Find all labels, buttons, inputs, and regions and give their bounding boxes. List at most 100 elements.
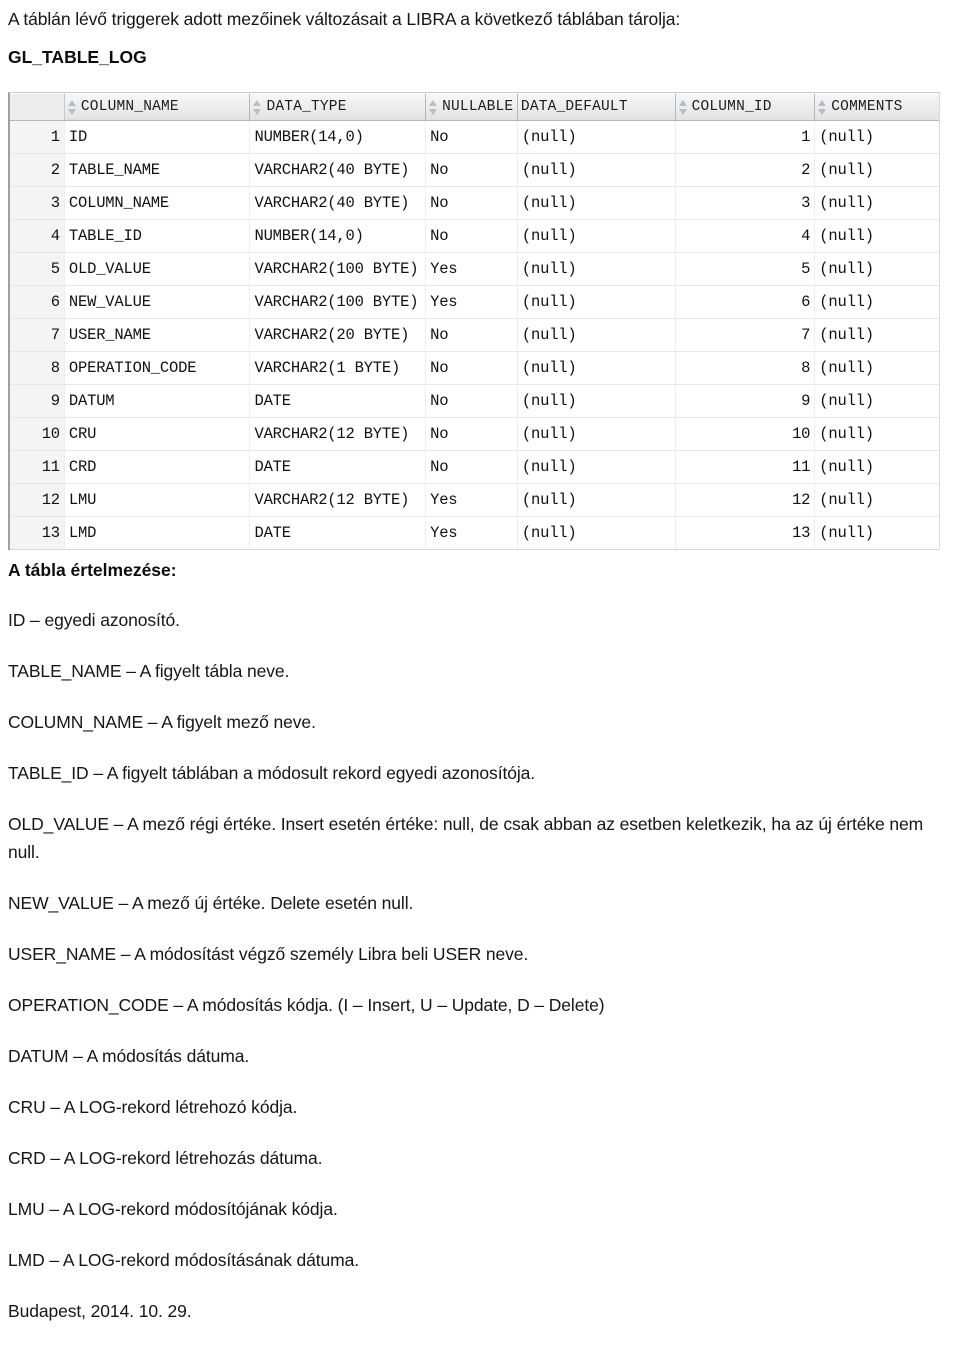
grid-cell-data-default[interactable]: (null) [518, 517, 676, 549]
grid-cell-comments[interactable]: (null) [815, 220, 939, 252]
grid-cell-column-id[interactable]: 13 [676, 517, 816, 549]
grid-cell-column-id[interactable]: 1 [676, 121, 816, 153]
grid-cell-column-id[interactable]: 9 [676, 385, 816, 417]
description-entry: OLD_VALUE – A mező régi értéke. Insert e… [8, 814, 924, 862]
table-row[interactable]: 13 LMD DATE Yes (null) 13 (null) [10, 517, 939, 550]
grid-cell-nullable[interactable]: Yes [426, 517, 518, 549]
grid-cell-data-type[interactable]: VARCHAR2(40 BYTE) [250, 154, 427, 186]
grid-cell-data-type[interactable]: DATE [250, 451, 427, 483]
grid-cell-column-name[interactable]: CRD [65, 451, 251, 483]
grid-header-data-type[interactable]: DATA_TYPE [250, 93, 427, 120]
grid-header-nullable[interactable]: NULLABLE [426, 93, 518, 120]
table-row[interactable]: 12 LMU VARCHAR2(12 BYTE) Yes (null) 12 (null) [10, 484, 939, 517]
grid-cell-column-name[interactable]: ID [65, 121, 251, 153]
grid-cell-comments[interactable]: (null) [815, 385, 939, 417]
table-row[interactable]: 2 TABLE_NAME VARCHAR2(40 BYTE) No (null) 2 (nu… [10, 154, 939, 187]
grid-cell-data-default[interactable]: (null) [518, 154, 676, 186]
grid-cell-data-type[interactable]: VARCHAR2(100 BYTE) [250, 253, 427, 285]
grid-cell-column-name[interactable]: TABLE_ID [65, 220, 251, 252]
grid-cell-column-name[interactable]: NEW_VALUE [65, 286, 251, 318]
table-row[interactable]: 7 USER_NAME VARCHAR2(20 BYTE) No (null) 7 (nul… [10, 319, 939, 352]
grid-cell-data-type[interactable]: NUMBER(14,0) [250, 220, 427, 252]
grid-cell-data-default[interactable]: (null) [518, 352, 676, 384]
grid-cell-nullable[interactable]: Yes [426, 253, 518, 285]
grid-cell-column-id[interactable]: 6 [676, 286, 816, 318]
grid-cell-comments[interactable]: (null) [815, 187, 939, 219]
grid-cell-column-name[interactable]: LMU [65, 484, 251, 516]
table-row[interactable]: 1 ID NUMBER(14,0) No (null) 1 (null) [10, 121, 939, 154]
table-row[interactable]: 4 TABLE_ID NUMBER(14,0) No (null) 4 (null) [10, 220, 939, 253]
grid-header-data-default[interactable]: DATA_DEFAULT [517, 93, 676, 120]
grid-cell-nullable[interactable]: Yes [426, 484, 518, 516]
grid-cell-column-name[interactable]: LMD [65, 517, 251, 549]
grid-cell-data-type[interactable]: VARCHAR2(100 BYTE) [250, 286, 427, 318]
grid-cell-column-name[interactable]: DATUM [65, 385, 251, 417]
grid-cell-data-type[interactable]: DATE [250, 517, 427, 549]
grid-cell-comments[interactable]: (null) [815, 451, 939, 483]
footer-date: Budapest, 2014. 10. 29. [8, 1301, 192, 1321]
grid-cell-comments[interactable]: (null) [815, 286, 939, 318]
grid-cell-column-id[interactable]: 12 [676, 484, 816, 516]
grid-cell-column-id[interactable]: 4 [676, 220, 816, 252]
grid-cell-data-default[interactable]: (null) [518, 484, 676, 516]
grid-cell-data-type[interactable]: VARCHAR2(1 BYTE) [250, 352, 427, 384]
grid-cell-comments[interactable]: (null) [815, 484, 939, 516]
grid-cell-comments[interactable]: (null) [815, 418, 939, 450]
grid-cell-nullable[interactable]: No [426, 187, 518, 219]
grid-cell-column-id[interactable]: 7 [676, 319, 816, 351]
table-row[interactable]: 10 CRU VARCHAR2(12 BYTE) No (null) 10 (null) [10, 418, 939, 451]
grid-cell-comments[interactable]: (null) [815, 517, 939, 549]
grid-cell-data-type[interactable]: VARCHAR2(12 BYTE) [250, 418, 427, 450]
grid-cell-data-default[interactable]: (null) [518, 418, 676, 450]
table-row[interactable]: 9 DATUM DATE No (null) 9 (null) [10, 385, 939, 418]
grid-cell-data-type[interactable]: NUMBER(14,0) [250, 121, 427, 153]
grid-cell-data-default[interactable]: (null) [518, 286, 676, 318]
grid-cell-comments[interactable]: (null) [815, 319, 939, 351]
grid-cell-data-type[interactable]: DATE [250, 385, 427, 417]
table-row[interactable]: 6 NEW_VALUE VARCHAR2(100 BYTE) Yes (null) 6 (n… [10, 286, 939, 319]
grid-cell-column-name[interactable]: COLUMN_NAME [65, 187, 251, 219]
grid-cell-data-type[interactable]: VARCHAR2(20 BYTE) [250, 319, 427, 351]
grid-cell-column-name[interactable]: CRU [65, 418, 251, 450]
table-row[interactable]: 11 CRD DATE No (null) 11 (null) [10, 451, 939, 484]
grid-cell-nullable[interactable]: No [426, 319, 518, 351]
grid-cell-data-default[interactable]: (null) [518, 253, 676, 285]
table-row[interactable]: 3 COLUMN_NAME VARCHAR2(40 BYTE) No (null) 3 (n… [10, 187, 939, 220]
grid-cell-comments[interactable]: (null) [815, 154, 939, 186]
grid-cell-nullable[interactable]: No [426, 121, 518, 153]
grid-header-column-name[interactable]: COLUMN_NAME [64, 93, 251, 120]
grid-cell-comments[interactable]: (null) [815, 253, 939, 285]
grid-cell-column-id[interactable]: 8 [676, 352, 816, 384]
grid-cell-column-name[interactable]: OLD_VALUE [65, 253, 251, 285]
grid-cell-nullable[interactable]: No [426, 220, 518, 252]
grid-cell-column-id[interactable]: 3 [676, 187, 816, 219]
grid-cell-nullable[interactable]: No [426, 451, 518, 483]
grid-cell-data-type[interactable]: VARCHAR2(40 BYTE) [250, 187, 427, 219]
grid-cell-data-default[interactable]: (null) [518, 220, 676, 252]
grid-cell-column-id[interactable]: 11 [676, 451, 816, 483]
grid-cell-nullable[interactable]: No [426, 418, 518, 450]
grid-cell-data-type[interactable]: VARCHAR2(12 BYTE) [250, 484, 427, 516]
grid-header-column-id[interactable]: COLUMN_ID [675, 93, 816, 120]
grid-header-comments[interactable]: COMMENTS [815, 93, 940, 120]
table-row[interactable]: 5 OLD_VALUE VARCHAR2(100 BYTE) Yes (null) 5 (n… [10, 253, 939, 286]
grid-cell-column-name[interactable]: TABLE_NAME [65, 154, 251, 186]
grid-cell-data-default[interactable]: (null) [518, 187, 676, 219]
grid-cell-column-name[interactable]: OPERATION_CODE [65, 352, 251, 384]
grid-cell-data-default[interactable]: (null) [518, 451, 676, 483]
grid-cell-comments[interactable]: (null) [815, 352, 939, 384]
grid-cell-data-default[interactable]: (null) [518, 121, 676, 153]
grid-cell-column-id[interactable]: 2 [676, 154, 816, 186]
grid-cell-comments[interactable]: (null) [815, 121, 939, 153]
table-row[interactable]: 8 OPERATION_CODE VARCHAR2(1 BYTE) No (null) 8… [10, 352, 939, 385]
grid-cell-nullable[interactable]: No [426, 154, 518, 186]
grid-cell-nullable[interactable]: Yes [426, 286, 518, 318]
grid-cell-column-id[interactable]: 10 [676, 418, 816, 450]
grid-cell-rownum: 7 [10, 319, 65, 351]
grid-cell-data-default[interactable]: (null) [518, 385, 676, 417]
grid-cell-column-id[interactable]: 5 [676, 253, 816, 285]
grid-cell-column-name[interactable]: USER_NAME [65, 319, 251, 351]
grid-cell-data-default[interactable]: (null) [518, 319, 676, 351]
grid-cell-nullable[interactable]: No [426, 352, 518, 384]
grid-cell-nullable[interactable]: No [426, 385, 518, 417]
